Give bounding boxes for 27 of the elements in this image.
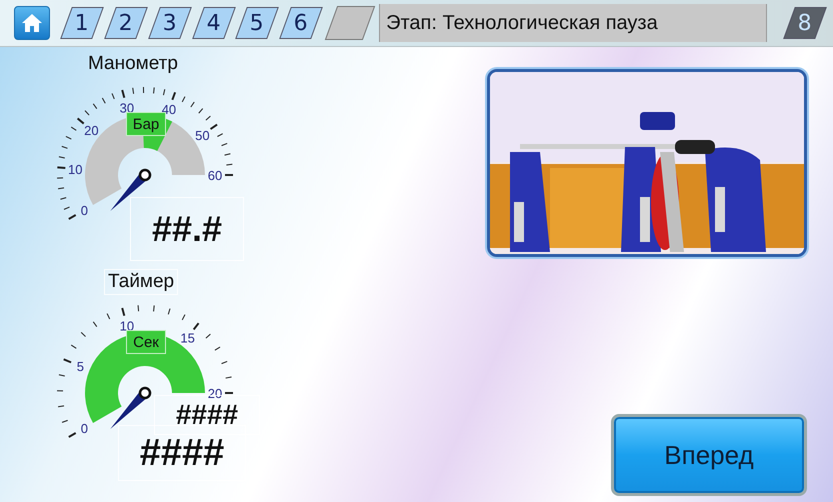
step-tab[interactable]: 8 — [783, 7, 827, 39]
scale-label: 50 — [195, 128, 210, 143]
step-tab[interactable]: 4 — [192, 7, 236, 39]
scale-label: 0 — [80, 421, 88, 436]
gauge-title: Манометр — [87, 52, 179, 76]
home-button[interactable] — [14, 6, 50, 40]
home-icon — [20, 13, 43, 33]
step-tab[interactable]: 6 — [280, 7, 324, 39]
scale-label: 60 — [208, 168, 222, 183]
step-tab[interactable]: 5 — [236, 7, 280, 39]
step-tab[interactable]: 1 — [60, 7, 104, 39]
step-tab[interactable]: 2 — [104, 7, 148, 39]
gauge-title: Таймер — [104, 269, 178, 295]
unit-label: Бар — [126, 112, 166, 136]
scale-label: 10 — [68, 162, 82, 177]
scale-label: 15 — [180, 330, 195, 346]
needle-icon — [110, 168, 152, 211]
scale-label: 5 — [76, 359, 84, 374]
stage-title: Этап: Технологическая пауза — [379, 4, 768, 42]
next-button[interactable]: Вперед — [611, 414, 807, 496]
needle-icon — [110, 386, 152, 429]
value-readout: ##.# — [130, 197, 244, 261]
scale-label: 0 — [80, 203, 88, 218]
step-tab[interactable]: 3 — [148, 7, 192, 39]
value-readout: #### — [118, 425, 246, 481]
unit-label: Сек — [126, 330, 166, 354]
scale-label: 20 — [84, 123, 99, 138]
